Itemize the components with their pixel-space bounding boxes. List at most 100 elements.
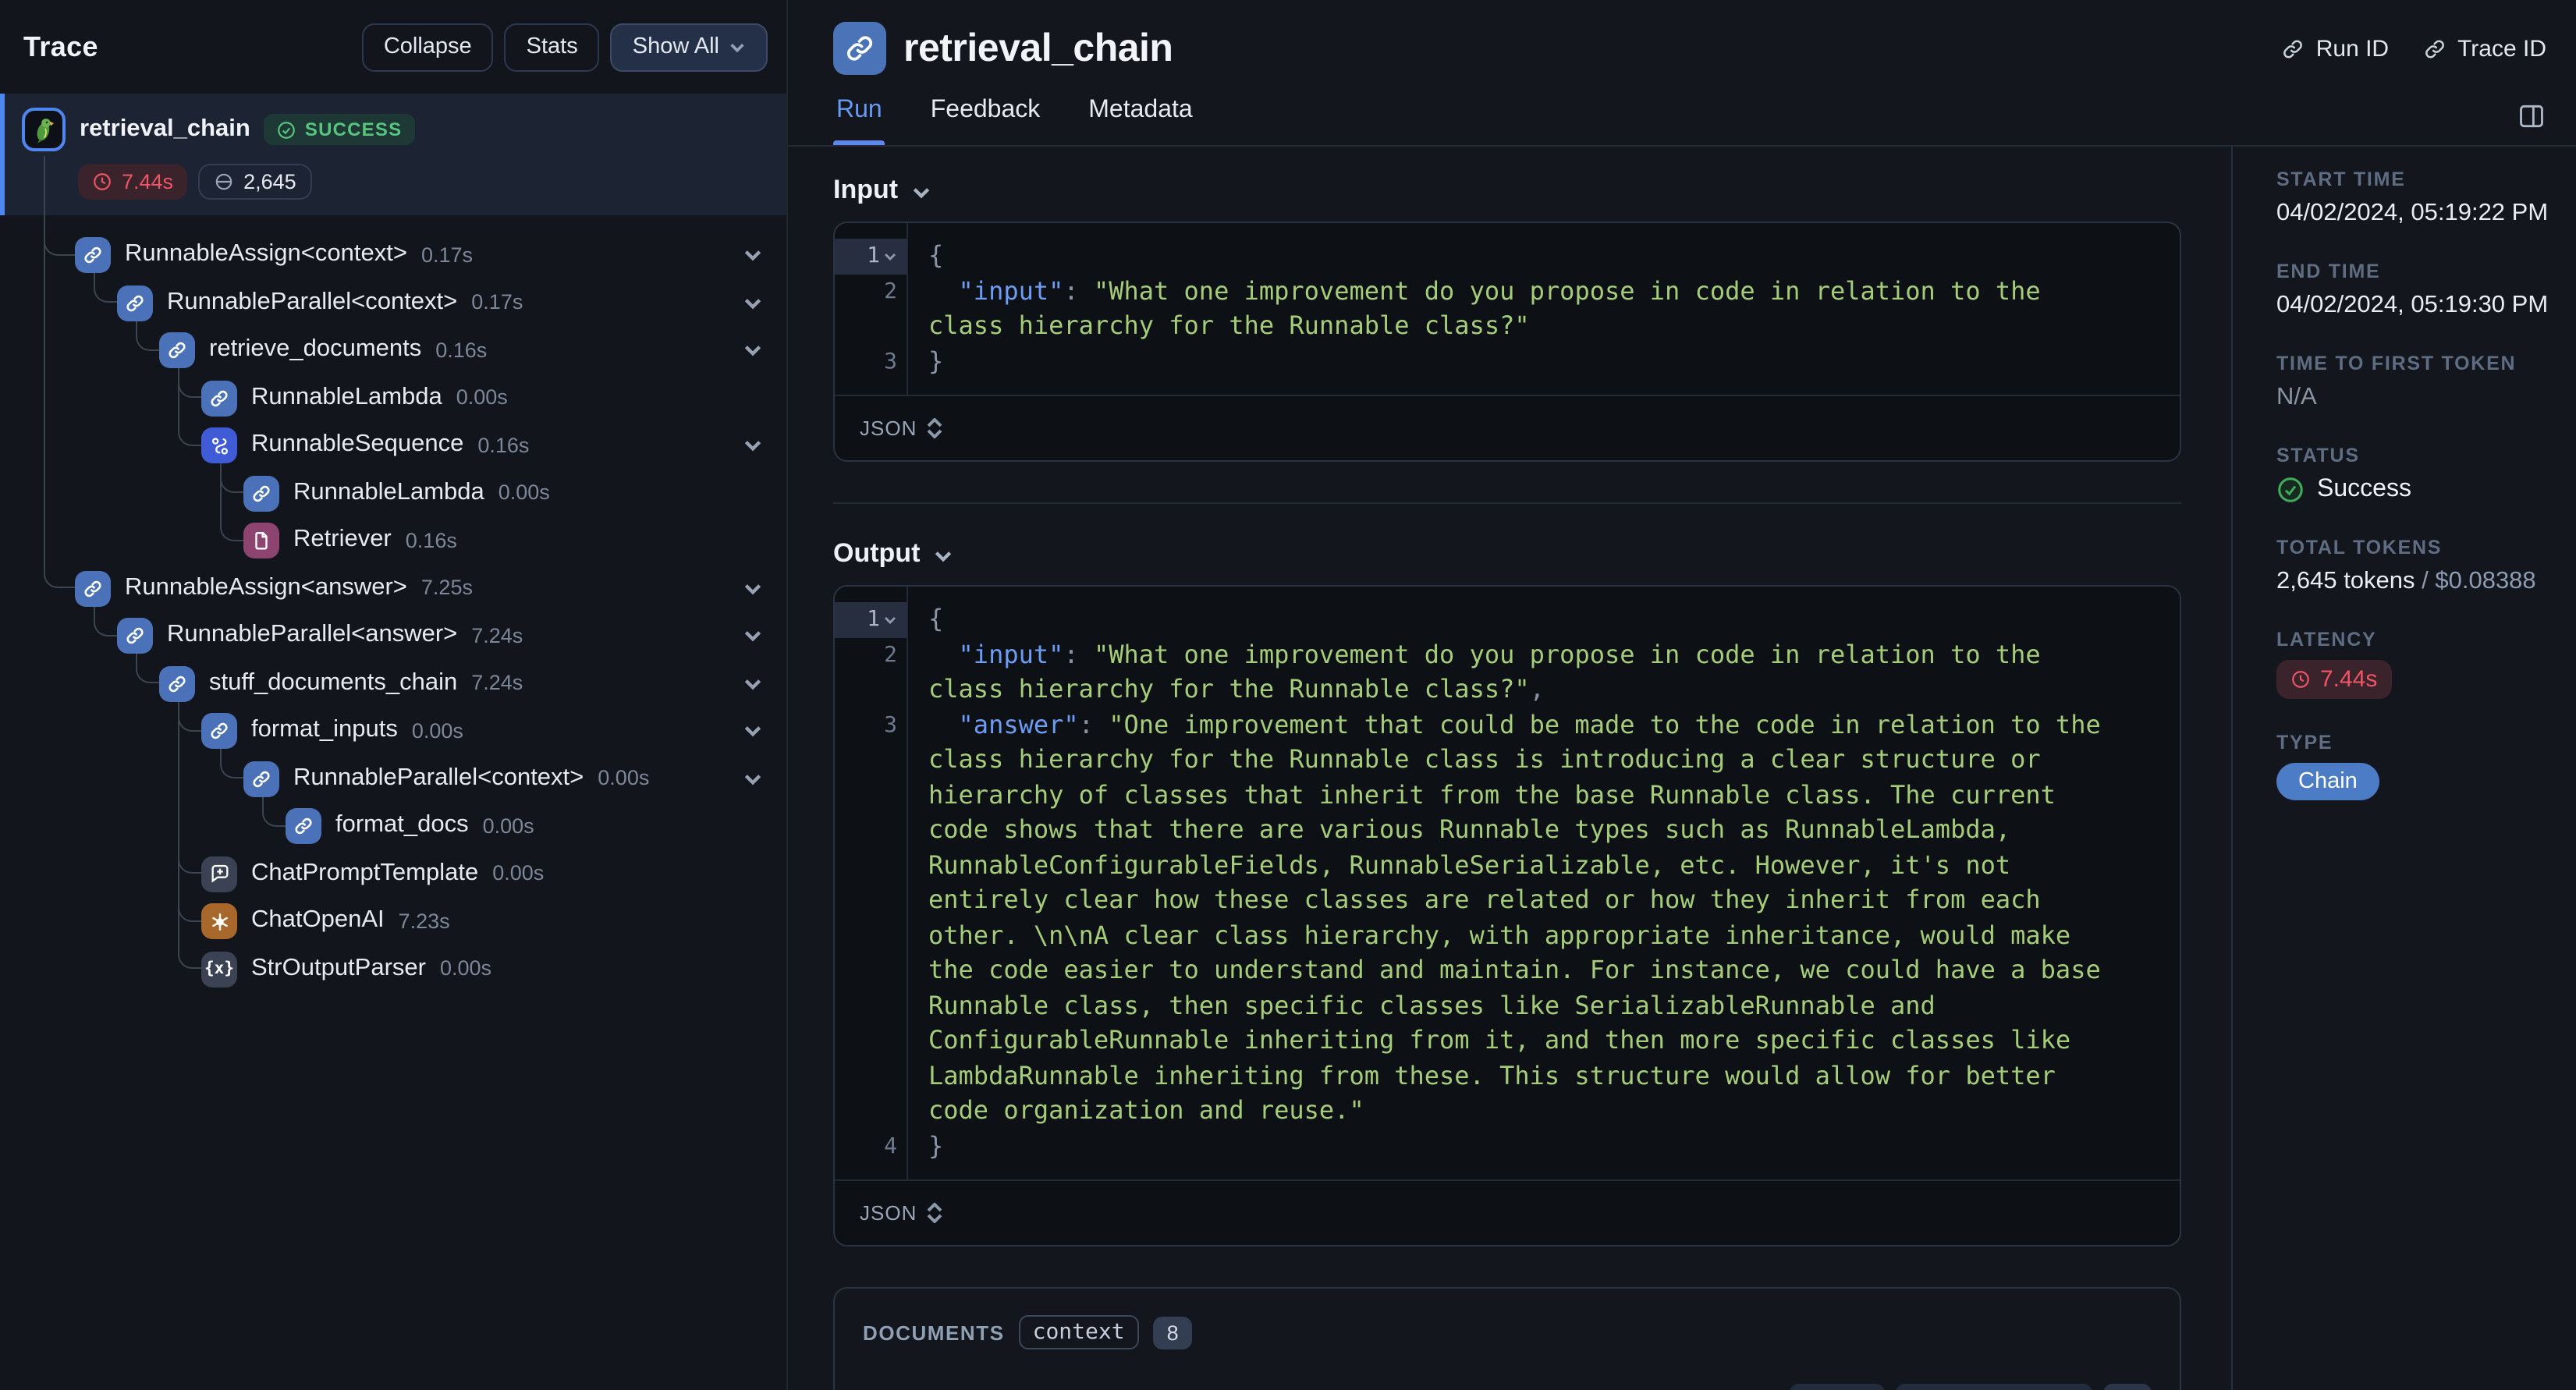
langsmith-trace-view: Trace Collapse Stats Show All retrieval_… (0, 0, 2576, 1390)
type-value: Chain (2276, 763, 2564, 800)
chain-icon (243, 475, 279, 511)
line-number: 4 (884, 1133, 897, 1158)
tree-item-label: RunnableParallel<answer> (167, 621, 458, 648)
tree-item-label: format_docs (335, 811, 469, 839)
tree-item-duration: 0.00s (440, 956, 492, 980)
collapse-node-icon[interactable] (743, 340, 763, 360)
status-badge-label: SUCCESS (304, 119, 403, 140)
run-metadata-panel: START TIME 04/02/2024, 05:19:22 PM END TIM… (2233, 147, 2576, 1390)
tree-item[interactable]: format_docs 0.00s (0, 802, 786, 849)
run-header: retrieval_chain Run ID Trace ID Run Feed… (788, 0, 2576, 147)
format-select-arrows-icon[interactable] (927, 1203, 942, 1223)
tree-item-label: RunnableParallel<context> (167, 288, 458, 315)
meta-section: TIME TO FIRST TOKEN N/A (2276, 353, 2564, 412)
toggle-side-panel-button[interactable] (2517, 101, 2546, 131)
tree-item[interactable]: ChatPromptTemplate 0.00s (0, 849, 786, 897)
show-all-dropdown[interactable]: Show All (610, 23, 768, 71)
line-number: 2 (884, 278, 897, 303)
line-number: 1 (835, 602, 907, 637)
tree-item-label: RunnableLambda (251, 383, 442, 410)
tree-item[interactable]: RunnableLambda 0.00s (0, 469, 786, 516)
trace-title: Trace (23, 30, 98, 62)
tab-run[interactable]: Run (833, 97, 886, 145)
clock-icon (94, 173, 111, 190)
tree-item[interactable]: format_inputs 0.00s (0, 707, 786, 754)
output-format-select[interactable]: JSON (860, 1201, 917, 1225)
input-section-header[interactable]: Input (833, 175, 2181, 206)
documents-label: DOCUMENTS (863, 1321, 1005, 1344)
collapse-node-icon[interactable] (743, 293, 763, 313)
format-select-arrows-icon[interactable] (927, 418, 942, 438)
tree-item[interactable]: RunnableAssign<context> 0.17s (0, 231, 786, 278)
tree-item[interactable]: RunnableAssign<answer> 7.25s (0, 564, 786, 612)
tree-item[interactable]: RunnableLambda 0.00s (0, 374, 786, 421)
meta-value: 04/02/2024, 05:19:30 PM (2276, 292, 2549, 318)
document-tag[interactable]: functions_classes (1895, 1384, 2093, 1390)
chain-icon (117, 285, 153, 321)
output-parser-icon: {x} (201, 951, 237, 987)
code-text: "input": "What one improvement do you pr… (928, 275, 2056, 340)
collapse-node-icon[interactable] (743, 673, 763, 693)
tree-item-duration: 7.23s (398, 909, 450, 933)
tree-item[interactable]: {x} StrOutputParser 0.00s (0, 945, 786, 992)
latency-value: 7.44s (2276, 660, 2564, 699)
meta-label: END TIME (2276, 261, 2381, 282)
chevron-down-icon (912, 187, 929, 198)
tree-item[interactable]: retrieve_documents 0.16s (0, 326, 786, 374)
stats-button[interactable]: Stats (504, 23, 600, 71)
collapse-node-icon[interactable] (743, 578, 763, 598)
chain-icon (286, 808, 321, 844)
document-tag[interactable]: python (1790, 1384, 1885, 1390)
tree-item-duration: 0.00s (498, 480, 550, 505)
chain-icon (833, 22, 886, 75)
tree-item[interactable]: RunnableParallel<answer> 7.24s (0, 612, 786, 659)
tree-item[interactable]: RunnableParallel<context> 0.00s (0, 754, 786, 802)
output-section-label: Output (833, 538, 921, 568)
sequence-icon (201, 427, 237, 463)
tree-item-duration: 0.16s (477, 433, 530, 457)
tree-item-duration: 0.00s (482, 814, 534, 838)
meta-label: LATENCY (2276, 629, 2377, 651)
fold-chevron-icon[interactable] (883, 613, 897, 627)
collapse-node-icon[interactable] (743, 245, 763, 265)
code-text: } (928, 1130, 944, 1160)
parrot-icon (22, 108, 66, 151)
input-format-select[interactable]: JSON (860, 417, 917, 440)
tree-item[interactable]: Retriever 0.16s (0, 516, 786, 564)
meta-label: START TIME (2276, 168, 2406, 190)
show-all-label: Show All (632, 34, 719, 59)
tab-feedback[interactable]: Feedback (928, 97, 1044, 145)
main-panel: retrieval_chain Run ID Trace ID Run Feed… (788, 0, 2576, 1390)
tree-item-label: ChatOpenAI (251, 906, 385, 934)
tree-item-duration: 7.25s (420, 576, 473, 600)
tree-item[interactable]: RunnableParallel<context> 0.17s (0, 278, 786, 326)
tree-item[interactable]: stuff_documents_chain 7.24s (0, 659, 786, 707)
document-tags: python functions_classes +1 (1790, 1384, 2152, 1390)
run-id-button[interactable]: Run ID (2282, 35, 2389, 62)
collapse-node-icon[interactable] (743, 721, 763, 741)
collapse-button[interactable]: Collapse (361, 23, 494, 71)
tree-item-label: stuff_documents_chain (209, 668, 458, 696)
collapse-node-icon[interactable] (743, 435, 763, 456)
trace-id-button[interactable]: Trace ID (2423, 35, 2546, 62)
document-row[interactable]: For example, .. code-block:: python from… (863, 1384, 2152, 1390)
check-circle-icon (2278, 477, 2303, 502)
document-tag-more[interactable]: +1 (2103, 1384, 2152, 1390)
collapse-node-icon[interactable] (743, 626, 763, 646)
meta-value: 04/02/2024, 05:19:22 PM (2276, 200, 2549, 226)
tree-item[interactable]: RunnableSequence 0.16s (0, 421, 786, 469)
collapse-node-icon[interactable] (743, 768, 763, 789)
meta-label: TOTAL TOKENS (2276, 537, 2443, 558)
tree-item-root[interactable]: retrieval_chain SUCCESS 7.44s 2,645 (0, 94, 786, 215)
chain-icon (117, 618, 153, 654)
code-line: 3} (835, 344, 2180, 379)
tab-metadata[interactable]: Metadata (1085, 97, 1195, 145)
chevron-down-icon (730, 43, 744, 52)
fold-chevron-icon[interactable] (883, 250, 897, 264)
documents-section: DOCUMENTS context 8 For example, .. code… (833, 1287, 2181, 1390)
tree-item-duration: 0.00s (598, 766, 650, 790)
chain-icon (159, 665, 195, 701)
output-section-header[interactable]: Output (833, 538, 2181, 569)
tree-item[interactable]: ChatOpenAI 7.23s (0, 897, 786, 945)
latency-badge-label: 7.44s (122, 170, 174, 193)
